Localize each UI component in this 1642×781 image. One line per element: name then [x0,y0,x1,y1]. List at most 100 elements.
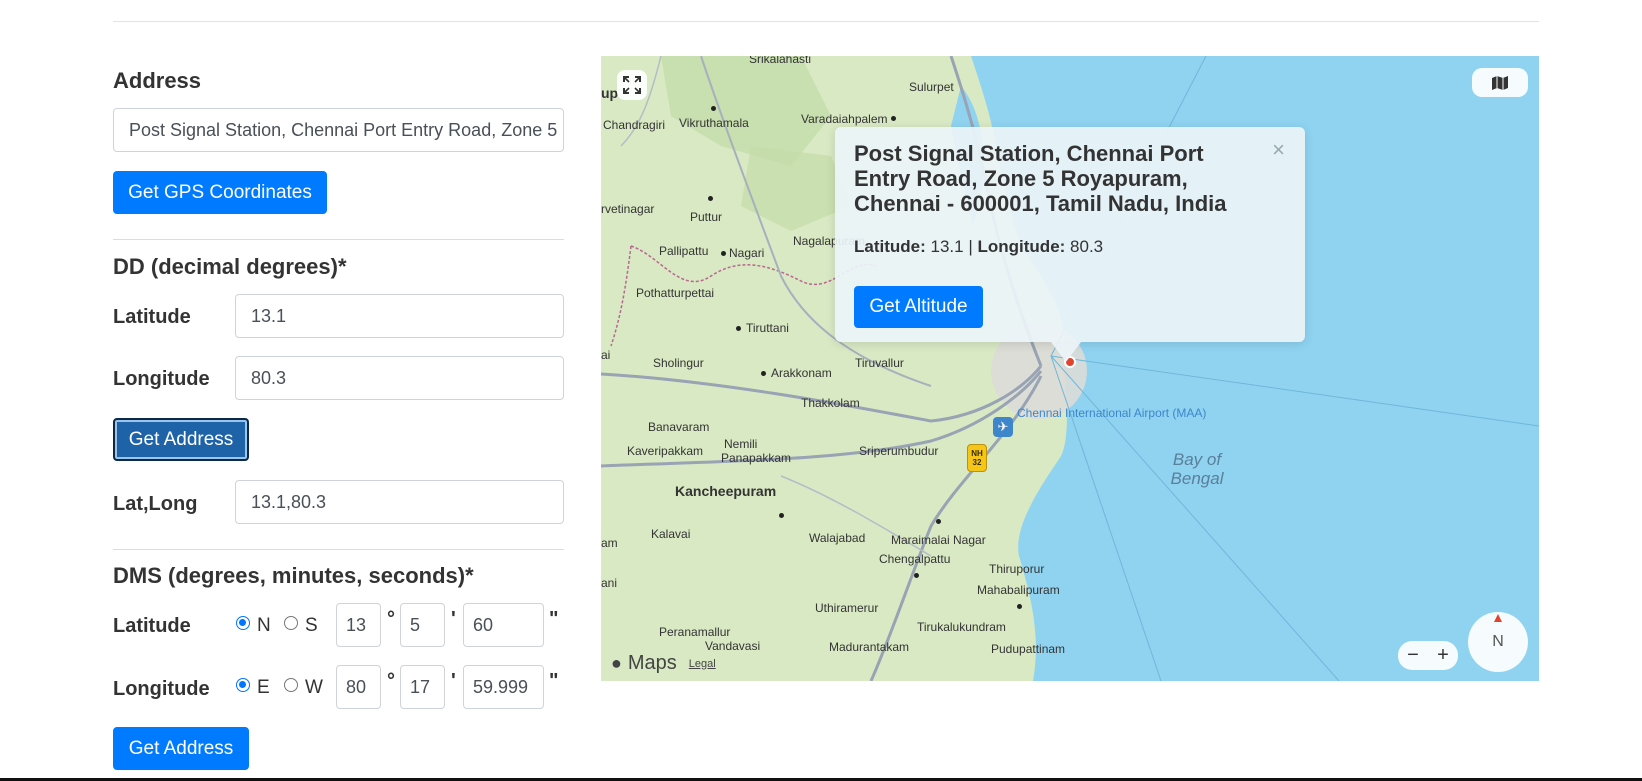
popup-title: Post Signal Station, Chennai Port Entry … [854,141,1227,216]
map-label: Srikalahasti [749,56,812,66]
divider [113,549,564,550]
map-attribution: ● Maps Legal [611,652,716,675]
map-label: Mahabalipuram [977,583,1060,597]
map-label: Tirukalukundram [917,620,1006,634]
lat-south-radio[interactable] [284,616,298,630]
lat-north-radio[interactable] [236,616,250,630]
lon-degrees-input[interactable]: 80 [336,665,381,709]
popup-lat-value: 13.1 [930,237,964,256]
map-label: Sholingur [653,356,704,370]
map-label: Pudupattinam [991,642,1066,656]
popup-separator: | [968,237,973,256]
lat-seconds-input[interactable]: 60 [463,603,544,647]
town-dot [891,116,896,121]
lat-minutes-input[interactable]: 5 [400,603,445,647]
map-label: Thakkolam [801,396,860,410]
minute-symbol: ' [451,608,456,630]
map-label: Chengalpattu [879,552,951,566]
address-heading: Address [113,68,202,93]
degree-symbol: ° [387,670,395,692]
map-label: Puttur [690,210,723,224]
town-dot [721,251,726,256]
map-type-button[interactable] [1472,68,1528,97]
close-icon[interactable]: × [1272,137,1285,163]
lat-north-label: N [257,615,271,636]
map-label: up [601,85,619,101]
north-arrow-icon [1494,614,1502,622]
compass-label: N [1492,633,1504,650]
map-label: Kalavai [651,527,691,541]
map-label: Panapakkam [721,451,792,465]
lon-east-radio[interactable] [236,678,250,692]
map-label: Sriperumbudur [859,444,939,458]
map-label: Thiruporur [989,562,1045,576]
dd-latitude-input[interactable]: 13.1 [235,294,564,338]
lon-west-label: W [305,677,323,698]
second-symbol: " [549,608,559,630]
latlong-input[interactable]: 13.1,80.3 [235,480,564,524]
map-label: Kaveripakkam [627,444,704,458]
highway-shield-icon: NH 32 [967,444,987,472]
map-label: ai [601,348,611,362]
map-label: Varadaiahpalem [801,112,888,126]
get-gps-coordinates-button[interactable]: Get GPS Coordinates [113,171,327,214]
map-label: rvetinagar [601,202,655,216]
map-label: Pallipattu [659,244,709,258]
map-label: Nagari [729,246,765,260]
town-dot [779,513,784,518]
fullscreen-button[interactable] [617,70,647,100]
popup-lon-label: Longitude: [977,237,1066,256]
map-label: Maraimalai Nagar [891,533,986,547]
town-dot [711,106,716,111]
lon-minutes-input[interactable]: 17 [400,665,445,709]
dd-longitude-input[interactable]: 80.3 [235,356,564,400]
dd-heading: DD (decimal degrees)* [113,254,347,279]
zoom-in-button[interactable]: + [1428,644,1458,667]
apple-logo-icon: ● [611,653,622,673]
degree-symbol: ° [387,608,395,630]
divider [113,239,564,240]
address-input[interactable]: Post Signal Station, Chennai Port Entry … [113,108,564,152]
map-icon [1492,75,1508,90]
lon-west-radio[interactable] [284,678,298,692]
map-label: Vikruthamala [679,116,749,130]
town-dot [1017,604,1022,609]
town-dot [936,519,941,524]
sea-label: Bay of Bengal [1170,450,1224,488]
latlong-label: Lat,Long [113,493,198,515]
map-label: am [601,536,618,550]
popup-pointer [1051,342,1081,362]
map-label: Madurantakam [829,640,910,654]
dms-heading: DMS (degrees, minutes, seconds)* [113,563,474,588]
map-label: Banavaram [648,420,710,434]
maps-attribution: Maps [627,652,677,674]
dms-longitude-label: Longitude [113,678,210,700]
top-divider [113,21,1539,22]
map-label: Tiruvallur [855,356,904,370]
lat-south-label: S [305,615,318,636]
lon-seconds-input[interactable]: 59.999 [463,665,544,709]
location-popup: Post Signal Station, Chennai Port Entry … [835,127,1305,362]
popup-coordinates: Latitude: 13.1 | Longitude: 80.3 [854,237,1103,257]
dms-latitude-label: Latitude [113,615,191,637]
get-altitude-button[interactable]: Get Altitude [854,286,983,328]
popup-lat-label: Latitude: [854,237,926,256]
zoom-controls: − + [1398,641,1458,670]
dms-get-address-button[interactable]: Get Address [113,727,249,770]
second-symbol: " [549,670,559,692]
lat-degrees-input[interactable]: 13 [336,603,381,647]
map-label: Pothatturpettai [636,286,715,300]
town-dot [736,326,741,331]
dd-get-address-button[interactable]: Get Address [113,418,249,461]
dd-longitude-label: Longitude [113,368,210,390]
compass-button[interactable]: N [1468,612,1528,672]
lon-east-label: E [257,677,270,698]
popup-lon-value: 80.3 [1070,237,1104,256]
map-label: Arakkonam [771,366,832,380]
airport-label: Chennai International Airport (MAA) [1017,406,1206,420]
map-label: Chandragiri [603,118,666,132]
zoom-out-button[interactable]: − [1398,644,1428,667]
legal-link[interactable]: Legal [689,658,716,670]
minute-symbol: ' [451,670,456,692]
map-label: Sulurpet [909,80,954,94]
